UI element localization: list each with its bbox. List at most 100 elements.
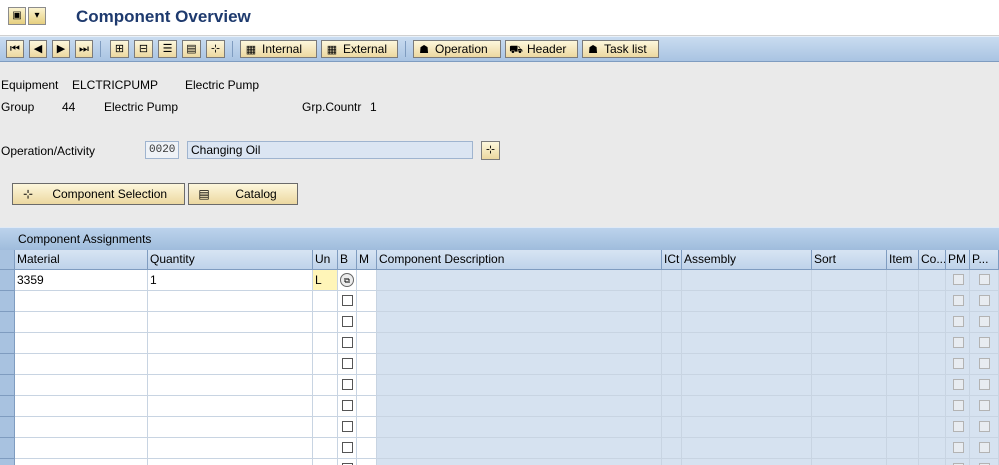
co-cell[interactable] [919,270,946,291]
column-header-assembly[interactable]: Assembly [682,250,812,270]
bulk-material-checkbox[interactable] [342,379,353,390]
item-cell[interactable] [887,438,919,459]
component-description-cell[interactable] [377,438,662,459]
component-description-cell[interactable] [377,270,662,291]
first-page-icon[interactable]: ⏮ [6,40,24,58]
co-cell[interactable] [919,438,946,459]
assembly-cell[interactable] [682,354,812,375]
p-cell[interactable] [970,354,999,375]
p-cell[interactable] [970,438,999,459]
ict-cell[interactable] [662,417,682,438]
component-description-cell[interactable] [377,396,662,417]
co-cell[interactable] [919,459,946,465]
m-cell[interactable] [357,417,377,438]
b-cell[interactable] [338,354,357,375]
assembly-cell[interactable] [682,270,812,291]
column-header-component-description[interactable]: Component Description [377,250,662,270]
column-header-item[interactable]: Item [887,250,919,270]
sort-cell[interactable] [812,438,887,459]
p-cell[interactable] [970,270,999,291]
column-header-pm[interactable]: PM [946,250,970,270]
b-cell[interactable]: ⧉ [338,270,357,291]
material-cell[interactable]: 3359 [15,270,148,291]
pm-cell[interactable] [946,354,970,375]
unit-cell[interactable] [313,333,338,354]
component-description-cell[interactable] [377,375,662,396]
last-page-icon[interactable]: ⏭ [75,40,93,58]
header-button[interactable]: ⛟ Header [505,40,578,58]
pm-cell[interactable] [946,417,970,438]
sort-cell[interactable] [812,396,887,417]
material-cell[interactable] [15,396,148,417]
item-cell[interactable] [887,375,919,396]
pm-cell[interactable] [946,333,970,354]
ict-cell[interactable] [662,459,682,465]
quantity-cell[interactable] [148,375,313,396]
item-cell[interactable] [887,312,919,333]
item-cell[interactable] [887,396,919,417]
m-cell[interactable] [357,459,377,465]
row-selector[interactable] [0,459,15,465]
assembly-cell[interactable] [682,459,812,465]
column-header-b[interactable]: B [338,250,357,270]
unit-cell[interactable] [313,459,338,465]
internal-button[interactable]: ▦ Internal [240,40,317,58]
co-cell[interactable] [919,291,946,312]
pm-cell[interactable] [946,438,970,459]
quantity-cell[interactable] [148,459,313,465]
column-header-material[interactable]: Material [15,250,148,270]
item-cell[interactable] [887,354,919,375]
component-description-cell[interactable] [377,459,662,465]
m-cell[interactable] [357,270,377,291]
list-icon[interactable]: ▤ [182,40,201,58]
external-button[interactable]: ▦ External [321,40,398,58]
quantity-cell[interactable] [148,312,313,333]
ict-cell[interactable] [662,375,682,396]
component-description-cell[interactable] [377,333,662,354]
material-cell[interactable] [15,417,148,438]
quantity-cell[interactable] [148,396,313,417]
unit-cell[interactable] [313,438,338,459]
m-cell[interactable] [357,291,377,312]
sort-cell[interactable] [812,312,887,333]
hierarchy-icon[interactable]: ⊹ [206,40,225,58]
item-cell[interactable] [887,291,919,312]
ict-cell[interactable] [662,396,682,417]
sort-cell[interactable] [812,417,887,438]
row-selector[interactable] [0,438,15,459]
column-header-m[interactable]: M [357,250,377,270]
hierarchy-icon[interactable]: ⊹ [481,141,500,160]
material-cell[interactable] [15,438,148,459]
row-selector[interactable] [0,375,15,396]
column-header-unit[interactable]: Un [313,250,338,270]
b-cell[interactable] [338,396,357,417]
quantity-cell[interactable] [148,333,313,354]
assembly-cell[interactable] [682,375,812,396]
item-cell[interactable] [887,459,919,465]
m-cell[interactable] [357,354,377,375]
b-cell[interactable] [338,417,357,438]
column-header-co[interactable]: Co... [919,250,946,270]
unit-cell[interactable] [313,354,338,375]
quantity-cell[interactable] [148,291,313,312]
row-selector[interactable] [0,396,15,417]
unit-cell[interactable] [313,312,338,333]
operation-description-field[interactable]: Changing Oil [187,141,473,159]
column-header-p[interactable]: P... [970,250,999,270]
select-block-icon[interactable]: ⊞ [110,40,129,58]
sort-cell[interactable] [812,459,887,465]
item-cell[interactable] [887,333,919,354]
bulk-material-checkbox[interactable] [342,295,353,306]
customize-icon[interactable]: ▾ [28,7,46,25]
quantity-cell[interactable]: 1 [148,270,313,291]
p-cell[interactable] [970,459,999,465]
ict-cell[interactable] [662,291,682,312]
menu-icon[interactable]: ▣ [8,7,26,25]
assembly-cell[interactable] [682,312,812,333]
m-cell[interactable] [357,438,377,459]
pm-cell[interactable] [946,459,970,465]
sort-cell[interactable] [812,375,887,396]
assembly-cell[interactable] [682,291,812,312]
pm-cell[interactable] [946,270,970,291]
co-cell[interactable] [919,417,946,438]
